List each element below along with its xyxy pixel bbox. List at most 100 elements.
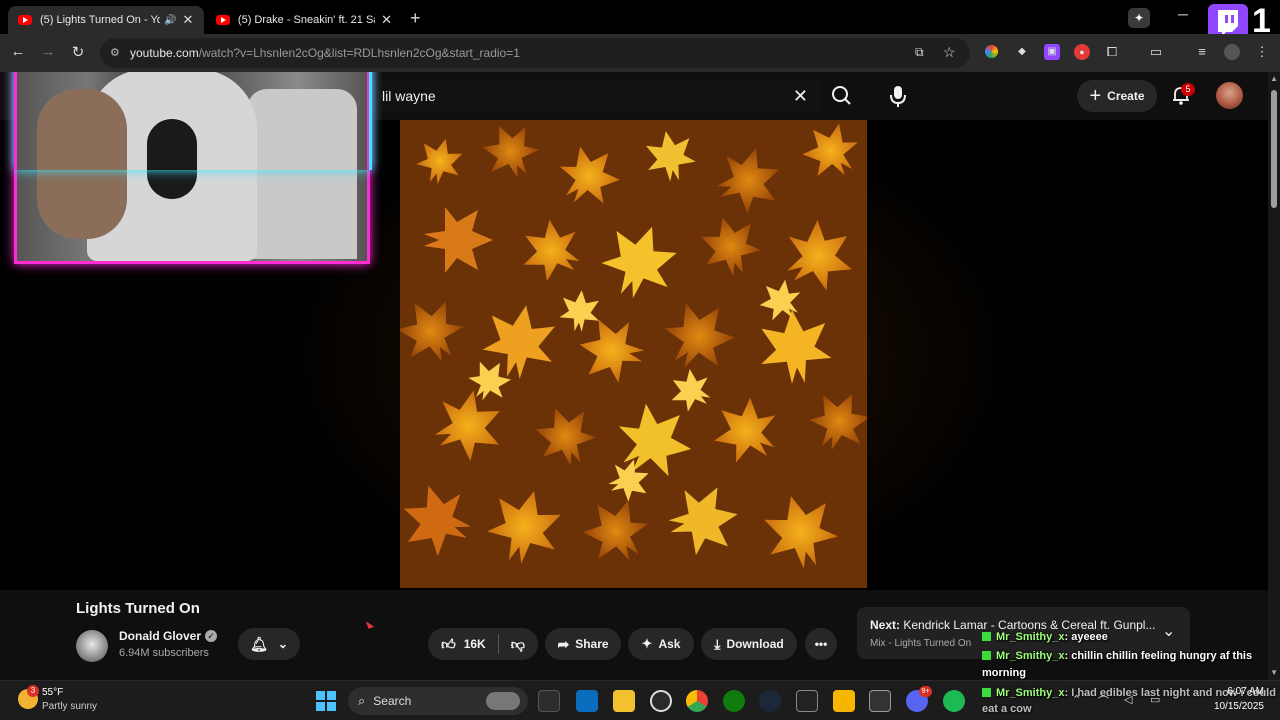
tab-drake-sneakin[interactable]: (5) Drake - Sneakin' ft. 21 Savag ✕ — [206, 6, 402, 34]
create-button[interactable]: + Create — [1077, 80, 1157, 112]
install-app-icon[interactable]: ⧉ — [915, 45, 924, 60]
profile-avatar-icon[interactable] — [1224, 44, 1240, 60]
color-extension-icon[interactable] — [985, 45, 998, 58]
next-video-line: Next: Kendrick Lamar - Cartoons & Cereal… — [870, 618, 1155, 632]
rockstar-icon[interactable] — [833, 690, 855, 712]
account-avatar[interactable] — [1216, 82, 1243, 109]
weather-temp[interactable]: 55°F — [42, 687, 63, 698]
epic-games-icon[interactable] — [796, 690, 818, 712]
wifi-icon[interactable]: ⌒ — [1098, 693, 1109, 709]
side-panel-icon[interactable]: ▭ — [1148, 44, 1164, 60]
minimize-icon[interactable]: ─ — [1178, 6, 1188, 22]
weather-badge: 3 — [27, 685, 39, 697]
microphone-icon — [890, 86, 906, 107]
like-count[interactable]: 16K — [464, 637, 486, 651]
speaker-icon[interactable]: 🔊 — [164, 15, 176, 26]
chat-badge-icon — [982, 688, 991, 697]
scroll-down-icon[interactable]: ▼ — [1270, 668, 1278, 677]
verified-check-icon: ✓ — [205, 630, 217, 642]
reading-list-icon[interactable]: ≡ — [1194, 44, 1210, 60]
twitch-extension-icon[interactable]: ▣ — [1044, 44, 1060, 60]
reload-icon[interactable]: ↻ — [68, 43, 88, 61]
taskbar-search-label: Search — [373, 694, 412, 708]
7zip-icon[interactable] — [869, 690, 891, 712]
share-arrow-icon: ➦ — [557, 635, 570, 652]
diamond-extension-icon[interactable]: ◆ — [1014, 44, 1030, 60]
sparkle-icon: ✦ — [641, 636, 653, 651]
youtube-favicon-icon — [216, 15, 230, 25]
ask-button[interactable]: ✦ Ask — [628, 628, 694, 660]
windows-taskbar: 3 55°F Partly sunny ⌕ Search 9+ Mr_Smith… — [0, 680, 1280, 720]
clear-search-icon[interactable]: ✕ — [793, 86, 808, 107]
bookmark-star-icon[interactable]: ☆ — [943, 44, 956, 61]
url-host: youtube.com — [130, 46, 199, 60]
download-label: Download — [726, 637, 784, 651]
clock-time[interactable]: 6:07 AM — [1206, 686, 1264, 697]
subscription-bell-button[interactable]: 🔔︎ ⌄ — [238, 628, 300, 660]
download-icon: ⤓ — [714, 635, 721, 652]
search-button[interactable] — [822, 80, 862, 112]
browser-menu-icon[interactable]: ⋮ — [1254, 44, 1270, 60]
gemini-sparkle-icon[interactable]: ✦ — [1128, 8, 1150, 28]
spotify-icon[interactable] — [943, 690, 965, 712]
chat-text: : chillin chillin feeling hungry af this — [1064, 650, 1253, 662]
file-explorer-icon[interactable] — [613, 690, 635, 712]
xbox-icon[interactable] — [723, 690, 745, 712]
subscriber-count: 6.94M subscribers — [119, 647, 209, 659]
windows-start-icon[interactable] — [316, 691, 336, 711]
search-input[interactable]: lil wayne ✕ — [370, 80, 820, 112]
taskbar-search-box[interactable]: ⌕ Search — [348, 687, 528, 715]
channel-avatar[interactable] — [76, 630, 108, 662]
chat-user: Mr_Smithy_x — [996, 650, 1065, 662]
thumbs-up-icon[interactable]: 👍︎ — [441, 636, 456, 653]
volume-icon[interactable]: ◁ — [1124, 693, 1132, 706]
share-button[interactable]: ➦ Share — [545, 628, 621, 660]
webcam-cyan-frame — [14, 72, 372, 170]
task-view-icon[interactable] — [538, 690, 560, 712]
channel-name[interactable]: Donald Glover — [119, 629, 201, 643]
divider — [497, 634, 499, 654]
chevron-down-icon: ⌄ — [277, 637, 288, 651]
new-tab-icon[interactable]: + — [410, 8, 421, 29]
chevron-down-icon[interactable]: ⌄ — [1162, 621, 1175, 641]
scrollbar-thumb[interactable] — [1271, 90, 1277, 208]
clock-date[interactable]: 10/15/2025 — [1200, 701, 1264, 712]
close-tab-icon[interactable]: ✕ — [182, 12, 193, 28]
chat-text: eat a cow — [982, 703, 1032, 715]
thumbs-down-icon[interactable]: 👎︎ — [511, 636, 525, 653]
forward-icon[interactable]: → — [38, 43, 58, 60]
browser-toolbar: ← → ↻ ⚙ youtube.com/watch?v=Lhsnlen2cOg&… — [0, 34, 1280, 72]
battery-icon[interactable]: ▭ — [1150, 693, 1160, 706]
back-icon[interactable]: ← — [8, 43, 28, 60]
chat-message-continued: eat a cow — [982, 703, 1032, 715]
site-info-icon[interactable]: ⚙ — [110, 46, 120, 59]
chat-badge-icon — [982, 651, 991, 660]
obs-icon[interactable] — [650, 690, 672, 712]
weather-desc[interactable]: Partly sunny — [42, 701, 97, 712]
more-horizontal-icon: ••• — [814, 637, 828, 651]
microsoft-store-icon[interactable] — [576, 690, 598, 712]
tray-overflow-icon[interactable]: ⌃ — [1072, 693, 1081, 706]
more-actions-button[interactable]: ••• — [805, 628, 837, 660]
address-bar[interactable]: ⚙ youtube.com/watch?v=Lhsnlen2cOg&list=R… — [100, 38, 970, 68]
close-tab-icon[interactable]: ✕ — [381, 12, 392, 28]
extensions-puzzle-icon[interactable]: ⧠ — [1104, 44, 1120, 60]
voice-search-button[interactable] — [880, 78, 916, 114]
steam-icon[interactable] — [759, 690, 781, 712]
scroll-up-icon[interactable]: ▲ — [1270, 74, 1278, 83]
red-extension-icon[interactable]: ● — [1074, 44, 1090, 60]
chat-message-continued: morning — [982, 667, 1026, 679]
ask-label: Ask — [658, 637, 681, 651]
next-subtitle: Mix - Lights Turned On — [870, 638, 972, 649]
notification-badge: 5 — [1181, 83, 1195, 96]
video-artwork-autumn-leaves — [400, 120, 867, 588]
chat-user: Mr_Smithy_x — [996, 687, 1065, 699]
download-button[interactable]: ⤓ Download — [701, 628, 797, 660]
next-prefix: Next: — [870, 618, 901, 632]
browser-tab-strip: (5) Lights Turned On - YouT 🔊 ✕ (5) Drak… — [0, 0, 1280, 42]
tab-lights-turned-on[interactable]: (5) Lights Turned On - YouT 🔊 ✕ — [8, 6, 204, 34]
chrome-icon[interactable] — [686, 690, 708, 712]
youtube-page: lil wayne ✕ + Create 5 Lights Turned On … — [0, 72, 1268, 680]
chat-message: Mr_Smithy_x: ayeeee — [982, 631, 1108, 643]
tab-title: (5) Lights Turned On - YouT — [40, 14, 160, 26]
